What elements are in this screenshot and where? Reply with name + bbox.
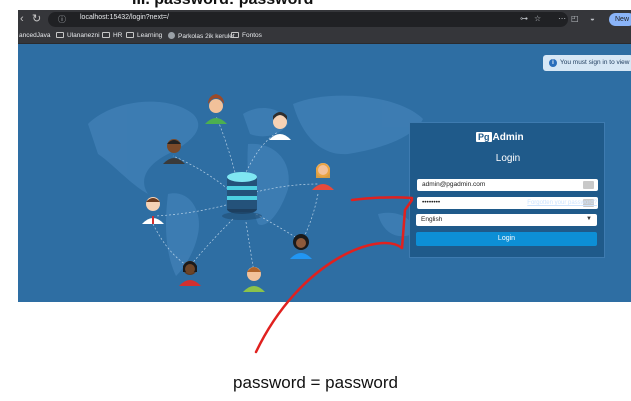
new-chrome-button[interactable]: New [609, 13, 631, 26]
address-bar[interactable]: ⓘ localhost:15432/login?next=/ [48, 12, 568, 27]
site-info-icon[interactable]: ⓘ [58, 14, 66, 25]
puzzle-icon[interactable]: ◰ [571, 14, 579, 23]
login-button[interactable]: Login [416, 232, 597, 246]
password-key-icon[interactable]: ⊶ [520, 14, 528, 23]
reload-icon[interactable]: ↻ [32, 13, 41, 26]
profile-icon[interactable]: ◒ [590, 14, 595, 23]
user-avatar-icon [243, 267, 265, 292]
language-value: English [421, 216, 443, 223]
globe-icon [168, 32, 175, 39]
bookmark-folder[interactable]: Ulananezni [56, 32, 100, 39]
folder-icon [102, 32, 110, 38]
arrow-left-icon[interactable]: ‹ [20, 13, 24, 26]
user-avatar-icon [205, 94, 227, 124]
folder-icon [126, 32, 134, 38]
top-caption: III. password: password [0, 0, 631, 10]
notice-text: You must sign in to view [560, 59, 630, 66]
bookmark-item[interactable]: ancedJava [19, 32, 50, 39]
top-caption-text: III. password: password [132, 0, 313, 9]
bookmarks-bar: ancedJava Ulananezni HR Learning Parkola… [18, 29, 631, 44]
address-url: localhost:15432/login?next=/ [80, 14, 169, 21]
bottom-caption: password = password [233, 373, 398, 392]
folder-icon [231, 32, 239, 38]
language-select[interactable]: English ▼ [416, 214, 597, 226]
bookmark-folder[interactable]: HR [102, 32, 122, 39]
folder-icon [56, 32, 64, 38]
sign-in-notice: i You must sign in to view [543, 55, 631, 71]
screenshot-root: III. password: password ‹ ↻ ⓘ localhost:… [0, 0, 631, 401]
browser-toolbar: ‹ ↻ ⓘ localhost:15432/login?next=/ ⊶ ☆ ⋯… [18, 10, 631, 29]
star-icon[interactable]: ☆ [534, 14, 541, 23]
forgot-password-link[interactable]: Forgotten your password? [527, 200, 597, 206]
login-panel-lower: Forgotten your password? English ▼ Login [409, 122, 605, 294]
bookmark-folder[interactable]: Learning [126, 32, 162, 39]
bookmark-item[interactable]: Parkolas 2ik kerulet [168, 32, 235, 40]
bookmark-folder[interactable]: Fontos [231, 32, 262, 39]
user-avatar-icon [290, 234, 312, 259]
chevron-down-icon: ▼ [586, 216, 592, 222]
info-icon: i [549, 59, 557, 67]
extension-icon[interactable]: ⋯ [558, 14, 566, 23]
user-avatar-icon [142, 197, 164, 224]
user-avatar-icon [312, 163, 334, 190]
